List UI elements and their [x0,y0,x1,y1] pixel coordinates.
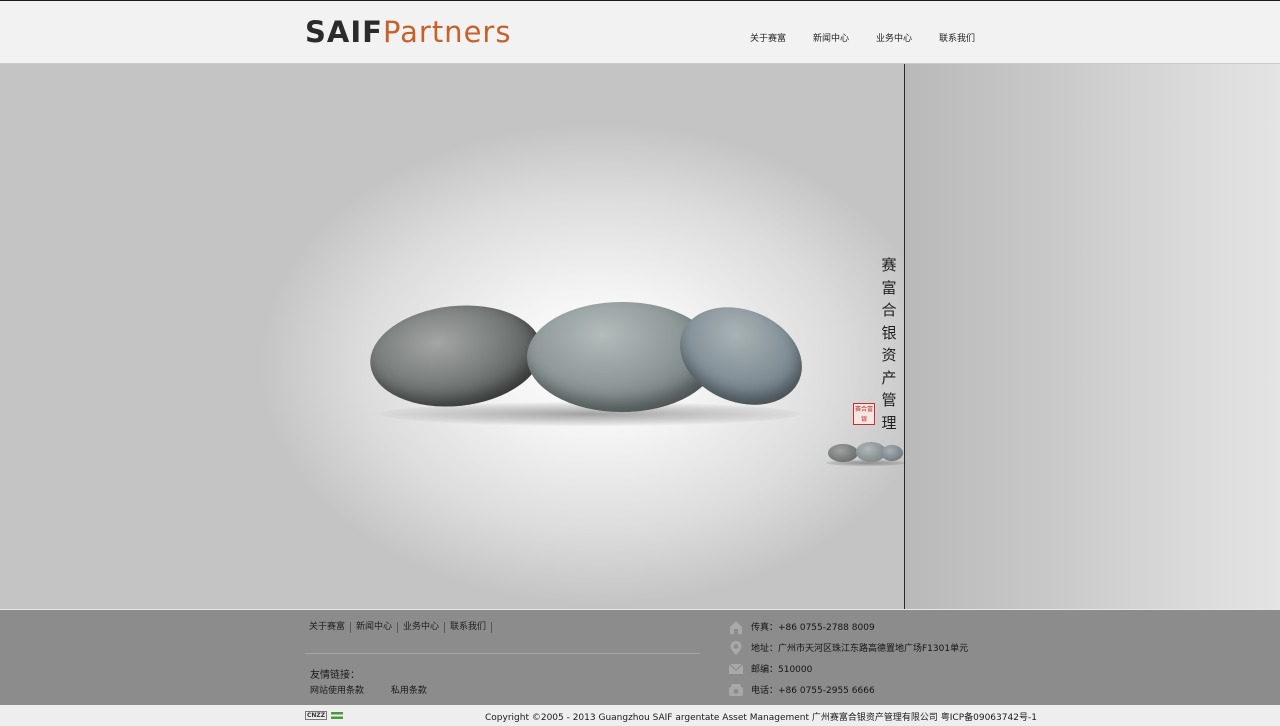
fax-house-icon [727,618,745,636]
hero-stones-image [360,289,817,426]
mini-stones-thumbnail [826,439,906,469]
friend-links: 网站使用条款 私用条款 [310,683,451,696]
nav-item-contact[interactable]: 联系我们 [939,31,975,44]
logo-accent-text: Partners [382,15,512,49]
footer-divider [305,653,700,654]
copyright-bar: CNZZ Copyright ©2005 - 2013 Guangzhou SA… [0,705,1280,726]
stone-left [365,297,547,415]
contact-address: 地址：广州市天河区珠江东路高德置地广场F1301单元 [751,644,969,654]
red-seal-stamp: 赛合富银 [853,403,875,425]
hero-divider [904,64,905,609]
contact-phone: 电话：+86 0755-2955 6666 [751,686,875,696]
link-privacy-terms[interactable]: 私用条款 [391,686,427,696]
nav-item-business[interactable]: 业务中心 [876,31,912,44]
nav-item-news[interactable]: 新闻中心 [813,31,849,44]
copyright-text: Copyright ©2005 - 2013 Guangzhou SAIF ar… [485,713,1037,723]
main-nav: 关于赛富 新闻中心 业务中心 联系我们 [750,31,1002,44]
hero-side-panel [905,64,1280,609]
contact-fax-row: 传真：+86 0755-2788 8009 [727,616,968,637]
contact-fax: 传真：+86 0755-2788 8009 [751,623,875,633]
contact-info: 传真：+86 0755-2788 8009 地址：广州市天河区珠江东路高德置地广… [727,616,968,700]
envelope-icon [727,660,745,678]
contact-address-row: 地址：广州市天河区珠江东路高德置地广场F1301单元 [727,637,968,658]
footer-nav-business[interactable]: 业务中心 [403,622,446,633]
mini-stone-1 [828,444,858,462]
contact-phone-row: 电话：+86 0755-2955 6666 [727,679,968,700]
logo-main-text: SAIF [305,15,383,49]
phone-icon [727,681,745,699]
contact-postcode: 邮编：510000 [751,665,813,675]
site-footer: 关于赛富 新闻中心 业务中心 联系我们 友情链接： 网站使用条款 私用条款 传真… [0,609,1280,705]
flag-icon [331,712,344,719]
nav-item-about[interactable]: 关于赛富 [750,31,786,44]
contact-postcode-row: 邮编：510000 [727,658,968,679]
footer-nav-about[interactable]: 关于赛富 [309,622,352,633]
cnzz-badge-label: CNZZ [305,711,328,720]
calligraphy-text: 赛富合银资产管理 [881,256,897,432]
footer-nav: 关于赛富 新闻中心 业务中心 联系我们 [309,622,497,633]
footer-nav-news[interactable]: 新闻中心 [356,622,399,633]
logo[interactable]: SAIFPartners [305,15,511,49]
link-terms-of-use[interactable]: 网站使用条款 [310,686,364,696]
mini-stone-3 [881,445,903,461]
friend-links-title: 友情链接： [310,670,360,681]
site-header: SAIFPartners 关于赛富 新闻中心 业务中心 联系我们 [0,0,1280,64]
hero-stage: 赛富合银资产管理 赛合富银 [0,64,1280,609]
location-pin-icon [727,639,745,657]
stone-right [665,289,817,423]
cnzz-badge[interactable]: CNZZ [305,711,344,720]
footer-nav-contact[interactable]: 联系我们 [450,622,493,633]
